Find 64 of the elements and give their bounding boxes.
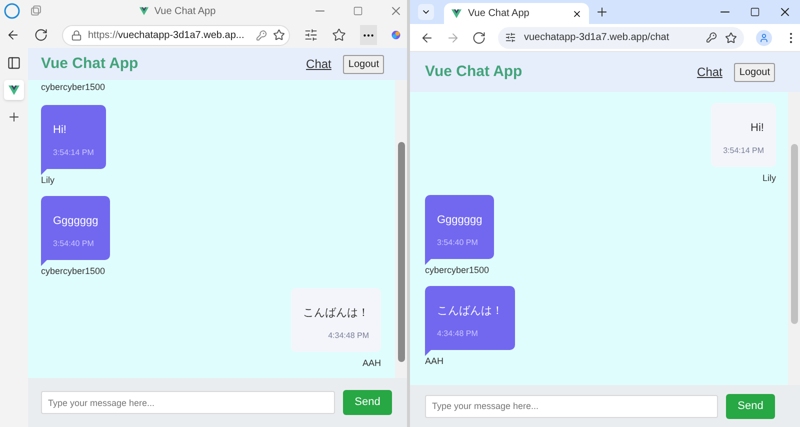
message-time: 3:54:14 PM	[53, 146, 94, 158]
chat-link[interactable]: Chat	[306, 55, 332, 73]
sender-name: cybercyber1500	[425, 264, 490, 277]
favorites-icon[interactable]	[332, 28, 346, 42]
reload-icon[interactable]	[472, 30, 486, 44]
reload-icon[interactable]	[34, 28, 48, 42]
logo-icon	[451, 8, 462, 19]
tabs-icon[interactable]	[30, 5, 42, 17]
message-input[interactable]: Type your message here...	[41, 391, 335, 414]
close-icon[interactable]	[778, 5, 792, 19]
message-text: Ggggggg	[437, 212, 482, 226]
tab-list-button[interactable]	[418, 4, 434, 20]
site-settings-icon[interactable]	[505, 32, 516, 43]
app-title: Vue Chat App	[41, 54, 138, 74]
logo-icon	[8, 84, 20, 96]
star-icon[interactable]	[273, 29, 286, 41]
close-tab-icon[interactable]	[572, 8, 582, 18]
url-text: https://vuechatapp-3d1a7.web.ap...	[88, 28, 244, 42]
sender-name: cybercyber1500	[41, 81, 106, 94]
maximize-icon[interactable]	[750, 5, 760, 19]
assistant-icon[interactable]	[391, 28, 401, 42]
address-bar[interactable]: vuechatapp-3d1a7.web.app/chat	[498, 26, 744, 48]
sender-name: cybercyber1500	[41, 265, 106, 278]
star-icon[interactable]	[725, 32, 737, 44]
address-bar[interactable]: https://vuechatapp-3d1a7.web.ap...	[62, 24, 290, 46]
message-input[interactable]: Type your message here...	[425, 394, 718, 418]
logo-icon	[139, 6, 150, 16]
sender-name: Lily	[41, 174, 55, 187]
message-time: 4:34:48 PM	[437, 328, 478, 340]
sidebar-icon[interactable]	[7, 56, 21, 70]
key-icon[interactable]	[706, 32, 717, 43]
logout-button[interactable]: Logout	[734, 62, 775, 82]
sender-name: AAH	[362, 356, 381, 370]
message-time: 3:54:40 PM	[437, 236, 478, 248]
back-icon[interactable]	[6, 28, 20, 42]
person-icon	[759, 32, 769, 42]
extensions-icon[interactable]	[304, 28, 318, 42]
chat-link[interactable]: Chat	[697, 63, 722, 81]
message-text: Ggggggg	[53, 214, 98, 228]
message-text: Hi!	[750, 121, 764, 135]
sender-name: Lily	[762, 172, 776, 185]
pinned-tab[interactable]	[4, 80, 24, 100]
message-time: 4:34:48 PM	[328, 330, 369, 342]
sender-name: AAH	[425, 355, 444, 368]
new-tab-icon[interactable]	[595, 5, 609, 19]
message-time: 3:54:14 PM	[723, 145, 764, 157]
profile-avatar[interactable]	[756, 30, 772, 46]
message-text: こんばんは！	[437, 304, 503, 318]
url-text: vuechatapp-3d1a7.web.app/chat	[524, 31, 670, 45]
message-text: こんばんは！	[303, 306, 369, 320]
app-title: Vue Chat App	[425, 62, 522, 82]
scrollbar-thumb[interactable]	[398, 142, 404, 362]
browser-tab[interactable]: Vue Chat App	[444, 3, 589, 24]
back-icon[interactable]	[420, 30, 434, 44]
message-time: 3:54:40 PM	[53, 238, 94, 250]
window-title: Vue Chat App	[139, 4, 216, 18]
scrollbar[interactable]	[788, 92, 800, 385]
new-tab-icon[interactable]	[7, 110, 21, 124]
logout-button[interactable]: Logout	[343, 54, 384, 74]
scrollbar-thumb[interactable]	[790, 144, 798, 324]
message-text: Hi!	[53, 122, 66, 136]
menu-button[interactable]	[360, 25, 378, 45]
brand-icon	[4, 3, 20, 19]
lock-icon	[71, 30, 82, 40]
